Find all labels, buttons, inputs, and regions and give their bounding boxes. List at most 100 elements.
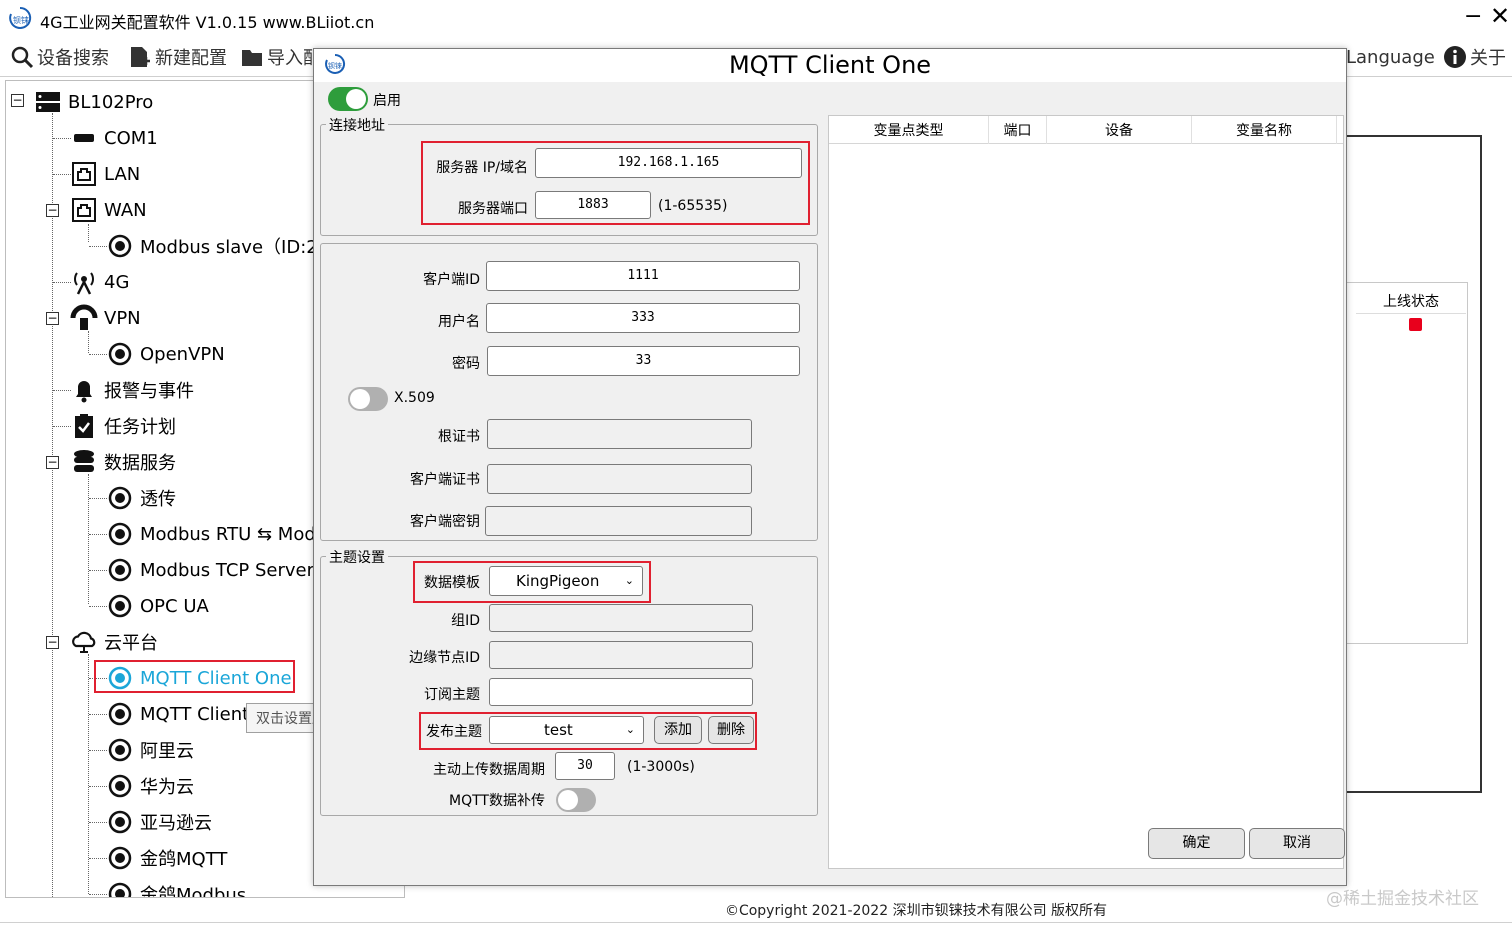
- subscribe-input[interactable]: [489, 678, 753, 706]
- tree-item-kp-mqtt[interactable]: 金鸽MQTT: [106, 841, 227, 875]
- tree-item-4g[interactable]: 4G: [70, 265, 129, 299]
- client-key-label: 客户端密钥: [410, 514, 480, 530]
- tree-label: 阿里云: [140, 741, 194, 762]
- publish-select[interactable]: test ⌄: [489, 716, 644, 744]
- tree-item-wan[interactable]: WAN: [70, 193, 147, 227]
- cancel-button[interactable]: 取消: [1249, 828, 1345, 859]
- mqtt-retransmit-label: MQTT数据补传: [449, 793, 545, 809]
- tree-item-opc-ua[interactable]: OPC UA: [106, 589, 209, 623]
- tree-item-lan[interactable]: LAN: [70, 157, 140, 191]
- import-button[interactable]: 导入配: [240, 42, 321, 72]
- node-icon: [108, 342, 132, 366]
- add-topic-button[interactable]: 添加: [654, 716, 702, 744]
- dialog-title-bar: 钡铼 MQTT Client One: [314, 49, 1346, 82]
- table-header-cell: 设备: [1047, 116, 1192, 144]
- new-config-label: 新建配置: [155, 48, 227, 69]
- antenna-icon: [74, 272, 94, 295]
- chevron-down-icon: ⌄: [624, 574, 634, 587]
- tree-item-vpn[interactable]: VPN: [70, 301, 141, 335]
- task-icon: [75, 414, 93, 438]
- expander-cloud[interactable]: −: [46, 636, 59, 649]
- gateway-icon: [36, 92, 60, 112]
- table-header: 变量点类型 端口 设备 变量名称: [829, 116, 1343, 144]
- search-icon: [11, 46, 34, 69]
- tree-label: 任务计划: [104, 417, 176, 438]
- tree-connector: [89, 858, 107, 859]
- server-ip-input[interactable]: 192.168.1.165: [535, 148, 802, 178]
- chevron-down-icon: ⌄: [625, 723, 635, 736]
- variable-table[interactable]: 变量点类型 端口 设备 变量名称: [828, 115, 1344, 869]
- tree-label: 云平台: [104, 633, 158, 654]
- edge-node-input[interactable]: [489, 641, 753, 669]
- expander-vpn[interactable]: −: [46, 312, 59, 325]
- tree-connector: [89, 606, 107, 607]
- upload-period-label: 主动上传数据周期: [433, 762, 545, 778]
- tree-item-aliyun[interactable]: 阿里云: [106, 733, 194, 767]
- ok-button[interactable]: 确定: [1148, 828, 1245, 859]
- tree-label: 金鸽Modbus: [140, 885, 247, 898]
- server-port-input[interactable]: 1883: [535, 191, 651, 219]
- delete-topic-button[interactable]: 删除: [708, 716, 754, 744]
- tree-item-huawei[interactable]: 华为云: [106, 769, 194, 803]
- tree-item-root[interactable]: BL102Pro: [34, 85, 153, 119]
- tree-label: 报警与事件: [104, 381, 194, 402]
- tree-connector: [89, 534, 107, 535]
- tree-item-cloud[interactable]: 云平台: [70, 625, 158, 659]
- client-key-input[interactable]: [485, 506, 752, 536]
- root-cert-input[interactable]: [487, 419, 752, 449]
- table-header-cell: 变量点类型: [829, 116, 989, 144]
- client-cert-label: 客户端证书: [410, 472, 480, 488]
- expander-data-service[interactable]: −: [46, 456, 59, 469]
- close-button[interactable]: ✕: [1490, 4, 1510, 28]
- x509-switch[interactable]: [348, 387, 388, 411]
- window-title: 4G工业网关配置软件 V1.0.15 www.BLiiot.cn: [40, 13, 375, 32]
- enable-label: 启用: [373, 93, 401, 109]
- tree-item-alarm[interactable]: 报警与事件: [70, 373, 194, 407]
- tree-item-mqtt-two[interactable]: MQTT Client: [106, 697, 249, 731]
- tree-item-modbus-rtu[interactable]: Modbus RTU ⇆ Mod: [106, 517, 316, 551]
- tree-connector: [89, 822, 107, 823]
- subscribe-label: 订阅主题: [424, 687, 480, 703]
- title-bar: 钡铼 4G工业网关配置软件 V1.0.15 www.BLiiot.cn − ✕: [0, 0, 1512, 40]
- password-label: 密码: [452, 356, 480, 372]
- group-id-label: 组ID: [451, 613, 480, 629]
- tree-label: 亚马逊云: [140, 813, 212, 834]
- tree-item-modbus-tcp[interactable]: Modbus TCP Server: [106, 553, 314, 587]
- publish-value: test: [544, 721, 573, 739]
- tree-item-transparent[interactable]: 透传: [106, 481, 176, 515]
- data-template-value: KingPigeon: [516, 572, 600, 590]
- topic-group-title: 主题设置: [326, 547, 388, 567]
- tree-item-data-service[interactable]: 数据服务: [70, 445, 176, 479]
- tree-label: MQTT Client: [140, 703, 250, 725]
- about-label: 关于: [1470, 48, 1506, 69]
- about-button[interactable]: 关于: [1443, 42, 1506, 72]
- upload-period-input[interactable]: 30: [555, 752, 615, 780]
- minimize-button[interactable]: −: [1464, 6, 1482, 28]
- tree-item-amazon[interactable]: 亚马逊云: [106, 805, 212, 839]
- online-status-header: 上线状态: [1356, 288, 1466, 314]
- tree-connector: [89, 498, 107, 499]
- selected-item-highlight: [94, 660, 295, 693]
- group-id-input[interactable]: [489, 604, 753, 632]
- tree-item-openvpn[interactable]: OpenVPN: [106, 337, 225, 371]
- tree-label: Modbus RTU ⇆ Mod: [140, 523, 316, 545]
- language-button[interactable]: Language: [1346, 42, 1435, 72]
- device-search-button[interactable]: 设备搜索: [10, 42, 109, 72]
- tree-connector: [89, 750, 107, 751]
- tree-item-modbus-slave[interactable]: Modbus slave（ID:22: [106, 229, 329, 263]
- data-template-select[interactable]: KingPigeon ⌄: [489, 566, 643, 596]
- tree-label: OpenVPN: [140, 343, 225, 365]
- connection-group-title: 连接地址: [326, 115, 388, 135]
- tree-item-task[interactable]: 任务计划: [70, 409, 176, 443]
- password-input[interactable]: 33: [487, 346, 800, 376]
- new-config-button[interactable]: 新建配置: [128, 42, 227, 72]
- username-input[interactable]: 333: [486, 303, 800, 333]
- tree-item-com1[interactable]: COM1: [70, 121, 158, 155]
- expander-root[interactable]: −: [11, 94, 24, 107]
- expander-wan[interactable]: −: [46, 204, 59, 217]
- client-id-input[interactable]: 1111: [486, 261, 800, 291]
- enable-switch[interactable]: [328, 87, 368, 111]
- client-cert-input[interactable]: [487, 464, 752, 494]
- tree-item-kp-modbus[interactable]: 金鸽Modbus: [106, 877, 247, 898]
- mqtt-retransmit-switch[interactable]: [556, 788, 596, 812]
